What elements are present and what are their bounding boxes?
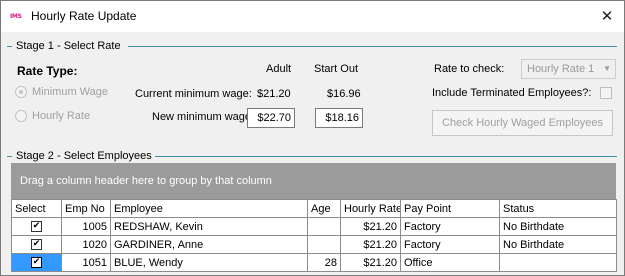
title-bar: IMS Hourly Rate Update ✕ (1, 1, 624, 32)
stage2-divider (155, 156, 617, 157)
column-header-select[interactable]: Select (11, 199, 62, 218)
row-select-checkbox[interactable]: ✔ (31, 257, 42, 269)
include-terminated-label: Include Terminated Employees?: (432, 87, 592, 99)
column-header-pay-point[interactable]: Pay Point (400, 199, 500, 218)
pay-point-cell: Office (400, 253, 500, 272)
employee-table: Select Emp No Employee Age Hourly Rate P… (11, 199, 617, 272)
app-logo-icon: IMS (10, 13, 22, 20)
emp-no-cell: 1051 (61, 253, 111, 272)
column-header-hourly-rate[interactable]: Hourly Rate (340, 199, 401, 218)
current-start-out-value: $16.96 (327, 88, 361, 100)
include-terminated-checkbox[interactable] (600, 87, 612, 99)
radio-minimum-wage-label: Minimum Wage (32, 86, 108, 98)
column-header-status[interactable]: Status (499, 199, 617, 218)
employee-grid: Select Emp No Employee Age Hourly Rate P… (11, 199, 617, 272)
age-cell (307, 235, 341, 254)
group-by-panel[interactable]: Drag a column header here to group by th… (11, 163, 616, 199)
table-row[interactable]: ✔ 1051 BLUE, Wendy 28 $21.20 Office (11, 253, 617, 272)
stage1-header: Stage 1 - Select Rate (16, 40, 121, 52)
check-hourly-waged-button[interactable]: Check Hourly Waged Employees (432, 110, 613, 136)
chevron-down-icon: ▼ (603, 64, 611, 73)
row-select-checkbox[interactable]: ✔ (31, 239, 42, 251)
radio-minimum-wage-dot[interactable] (15, 86, 27, 98)
stage2-divider-left (7, 156, 12, 157)
row-select-cell[interactable]: ✔ (11, 235, 62, 254)
column-header-employee[interactable]: Employee (110, 199, 308, 218)
stage2-header: Stage 2 - Select Employees (16, 150, 152, 162)
column-header-emp-no[interactable]: Emp No (61, 199, 111, 218)
radio-hourly-rate-dot[interactable] (15, 110, 27, 122)
employee-cell: GARDINER, Anne (110, 235, 308, 254)
row-select-cell[interactable]: ✔ (11, 253, 62, 272)
column-start-out-label: Start Out (314, 63, 359, 75)
close-button[interactable]: ✕ (590, 1, 624, 32)
employee-cell: REDSHAW, Kevin (110, 217, 308, 236)
age-cell: 28 (307, 253, 341, 272)
window-title: Hourly Rate Update (31, 9, 137, 23)
row-select-checkbox[interactable]: ✔ (31, 221, 42, 233)
pay-point-cell: Factory (400, 217, 500, 236)
hourly-rate-cell: $21.20 (340, 235, 401, 254)
rate-type-label: Rate Type: (17, 64, 78, 78)
row-select-cell[interactable]: ✔ (11, 217, 62, 236)
stage1-divider-left (7, 46, 12, 47)
hourly-rate-cell: $21.20 (340, 217, 401, 236)
emp-no-cell: 1005 (61, 217, 111, 236)
table-row[interactable]: ✔ 1020 GARDINER, Anne $21.20 Factory No … (11, 235, 617, 254)
table-row[interactable]: ✔ 1005 REDSHAW, Kevin $21.20 Factory No … (11, 217, 617, 236)
current-adult-value: $21.20 (257, 88, 291, 100)
emp-no-cell: 1020 (61, 235, 111, 254)
current-min-wage-label: Current minimum wage: (135, 88, 252, 100)
column-header-age[interactable]: Age (307, 199, 341, 218)
rate-to-check-value: Hourly Rate 1 (527, 63, 595, 75)
status-cell (499, 253, 617, 272)
rate-to-check-select[interactable]: Hourly Rate 1 ▼ (521, 59, 616, 79)
hourly-rate-cell: $21.20 (340, 253, 401, 272)
employee-cell: BLUE, Wendy (110, 253, 308, 272)
status-cell: No Birthdate (499, 217, 617, 236)
status-cell: No Birthdate (499, 235, 617, 254)
new-adult-input[interactable]: $22.70 (247, 108, 295, 128)
column-adult-label: Adult (266, 63, 292, 75)
new-min-wage-label: New minimum wage: (152, 111, 255, 123)
hourly-rate-update-window: IMS Hourly Rate Update ✕ Stage 1 - Selec… (0, 0, 625, 276)
age-cell (307, 217, 341, 236)
table-header-row: Select Emp No Employee Age Hourly Rate P… (11, 199, 617, 218)
rate-to-check-label: Rate to check: (434, 63, 505, 75)
pay-point-cell: Factory (400, 235, 500, 254)
stage1-divider (128, 46, 617, 47)
new-start-out-input[interactable]: $18.16 (315, 108, 363, 128)
radio-hourly-rate-label: Hourly Rate (32, 110, 91, 122)
